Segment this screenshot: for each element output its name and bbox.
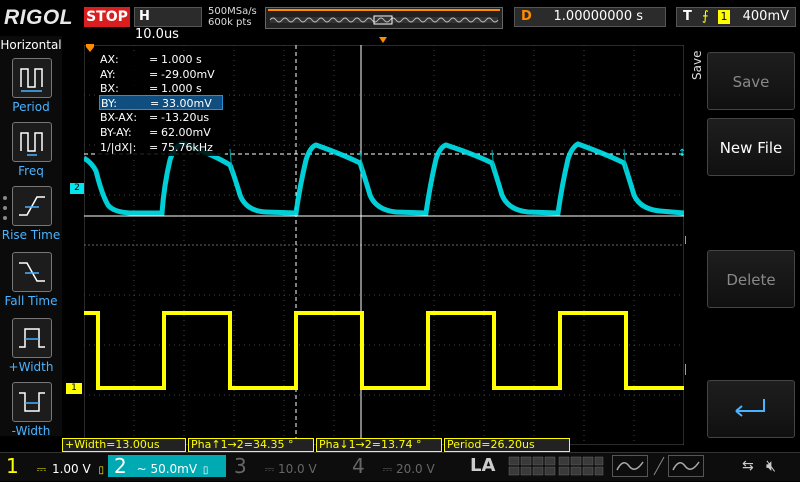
- digital-channels-indicator[interactable]: [508, 456, 604, 476]
- sound-muted-icon[interactable]: 🔇︎: [766, 456, 776, 476]
- horizontal-key: H: [139, 9, 150, 24]
- ac-coupling-icon: ~: [136, 462, 147, 476]
- channel-2-scale: 50.0mV: [150, 462, 198, 476]
- channel-2-ground-marker[interactable]: 2: [70, 183, 84, 194]
- rise-time-label: Rise Time: [1, 228, 61, 242]
- channel-1-status[interactable]: 1 ⎓ 1.00 V ▯: [6, 455, 104, 477]
- channel-4-number: 4: [352, 454, 365, 478]
- timebase-box[interactable]: H 10.0us: [134, 7, 202, 42]
- memory-depth: 600k pts: [208, 17, 252, 28]
- sine-wave-icon: [672, 461, 700, 471]
- cursor-by-row[interactable]: BY: = 33.00mV: [99, 95, 223, 110]
- dc-coupling-icon: ⎓: [264, 462, 275, 476]
- dc-coupling-icon: ⎓: [382, 462, 393, 476]
- channel-4-status[interactable]: 4 ⎓ 20.0 V: [352, 455, 435, 477]
- save-button[interactable]: Save: [707, 52, 795, 110]
- fall-time-icon: [12, 252, 52, 292]
- channel-1-scale: 1.00 V: [51, 462, 91, 476]
- logic-analyzer-button[interactable]: LA: [470, 455, 495, 476]
- measure-freq-button[interactable]: Freq: [3, 122, 61, 184]
- channel-3-number: 3: [234, 454, 247, 478]
- measure-rise-time-button[interactable]: Rise Time: [1, 186, 61, 248]
- measure-period-button[interactable]: Period: [3, 58, 61, 120]
- sample-rate: 500MSa/s: [208, 6, 257, 17]
- back-button[interactable]: [707, 380, 795, 438]
- measure-neg-width-button[interactable]: -Width: [3, 382, 61, 444]
- cursor-ay-row: AY: = -29.00mV: [100, 68, 215, 81]
- neg-width-icon: [12, 382, 52, 422]
- math-channel-button[interactable]: [612, 455, 648, 477]
- cursor-ax-row: AX: = 1.000 s: [100, 53, 202, 66]
- channel-3-status[interactable]: 3 ⎓ 10.0 V: [234, 455, 317, 477]
- cursor-inv-delta-x-row: 1/|dX|: = 75.76kHz: [100, 141, 213, 154]
- period-label: Period: [12, 100, 50, 114]
- cursor-delta-y-row: BY-AY: = 62.00mV: [100, 126, 211, 139]
- trigger-key: T: [683, 9, 692, 24]
- right-menu-section-title: Save: [690, 50, 704, 80]
- delay-key: D: [521, 9, 532, 24]
- acquisition-info: 500MSa/s 600k pts: [208, 6, 257, 28]
- rising-edge-icon: ⨍: [702, 9, 709, 24]
- measurement-period[interactable]: Period=26.20us: [444, 438, 570, 452]
- memory-overview-bar[interactable]: [265, 7, 503, 29]
- measurement-pos-width[interactable]: +Width=13.00us: [62, 438, 186, 452]
- measurement-phase-fall[interactable]: Pha↓1→2=13.74 °: [316, 438, 442, 452]
- freq-label: Freq: [18, 164, 44, 178]
- new-file-button[interactable]: New File: [707, 118, 795, 176]
- delay-value: 1.00000000 s: [553, 9, 643, 24]
- trigger-level: 400mV: [742, 9, 789, 24]
- separator-icon: [652, 455, 666, 477]
- measurement-phase-rise[interactable]: Pha↑1→2=34.35 °: [188, 438, 314, 452]
- bandwidth-limit-icon: ▯: [98, 465, 105, 476]
- channel-1-number: 1: [6, 454, 19, 478]
- measure-pos-width-button[interactable]: +Width: [3, 318, 61, 380]
- neg-width-label: -Width: [11, 424, 51, 438]
- channel-4-scale: 20.0 V: [395, 462, 435, 476]
- cursor-delta-x-row: BX-AX: = -13.20us: [100, 111, 210, 124]
- fall-time-label: Fall Time: [4, 294, 58, 308]
- cursor-bx-row: BX: = 1.000 s: [100, 82, 202, 95]
- delete-button[interactable]: Delete: [707, 250, 795, 308]
- sine-wave-icon: [616, 461, 644, 471]
- pos-width-label: +Width: [8, 360, 54, 374]
- trigger-box[interactable]: T ⨍ 1 400mV: [676, 7, 796, 27]
- trigger-time-marker-icon[interactable]: [378, 36, 388, 44]
- timebase-value: 10.0us: [135, 27, 179, 42]
- ref-channel-button[interactable]: [668, 455, 704, 477]
- delay-box[interactable]: D 1.00000000 s: [514, 7, 666, 27]
- right-menu-section: Save: [690, 44, 706, 104]
- measure-fall-time-button[interactable]: Fall Time: [3, 252, 61, 314]
- period-icon: [12, 58, 52, 98]
- rise-time-icon: [12, 186, 52, 226]
- memory-overview-waveform: [268, 9, 500, 25]
- channel-2-status[interactable]: 2 ~ 50.0mV ▯: [108, 455, 226, 477]
- freq-icon: [12, 122, 52, 162]
- cursor-readout-panel: AX: = 1.000 s AY: = -29.00mV BX: = 1.000 s BY:…: [97, 52, 225, 156]
- run-stop-button[interactable]: STOP: [84, 7, 130, 27]
- left-menu-title: Horizontal: [0, 38, 62, 52]
- channel-1-ground-marker[interactable]: 1: [66, 383, 82, 394]
- horizontal-position-marker[interactable]: [85, 43, 95, 53]
- pos-width-icon: [12, 318, 52, 358]
- measurement-bar: +Width=13.00us Pha↑1→2=34.35 ° Pha↓1→2=1…: [62, 438, 682, 452]
- brand-logo: RIGOL: [4, 6, 73, 29]
- trigger-source-badge: 1: [717, 10, 730, 24]
- bandwidth-limit-icon: ▯: [202, 465, 209, 476]
- dc-coupling-icon: ⎓: [36, 462, 47, 476]
- usb-icon: ⇆: [742, 458, 754, 474]
- channel-2-number: 2: [114, 454, 127, 478]
- return-arrow-icon: [735, 399, 765, 417]
- channel-3-scale: 10.0 V: [277, 462, 317, 476]
